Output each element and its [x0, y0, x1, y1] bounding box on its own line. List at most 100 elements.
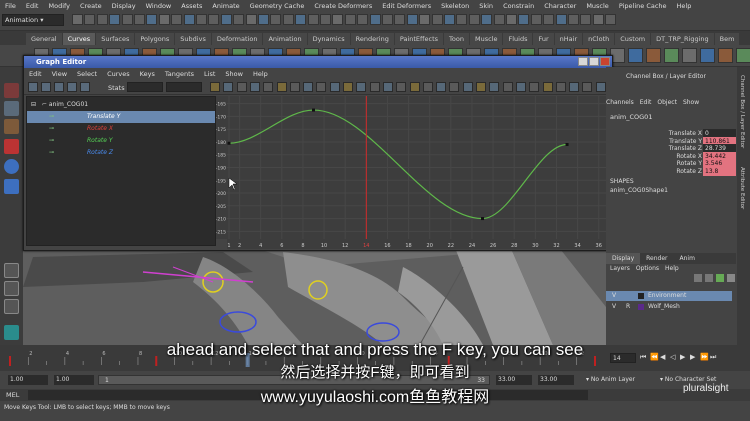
keyframe-point[interactable] — [227, 141, 231, 145]
toolbar-tool-icon[interactable] — [233, 14, 245, 25]
toolbar-tool-icon[interactable] — [245, 14, 257, 25]
region-tool-icon[interactable] — [80, 82, 90, 92]
shelf-tab-bem[interactable]: Bem — [714, 33, 740, 45]
shelf-tab-animation[interactable]: Animation — [263, 33, 307, 45]
curve-tool-icon[interactable] — [555, 82, 566, 92]
shelf-tab-nhair[interactable]: nHair — [554, 33, 583, 45]
graph-outliner[interactable]: ⊟ ⌐ anim_COG01 ⊸ Translate Y ⊸ Rotate X ⊸ Rot… — [26, 96, 216, 246]
toolbar-tool-icon[interactable] — [295, 14, 307, 25]
curve-tool-icon[interactable] — [409, 82, 420, 92]
toolbar-tool-icon[interactable] — [307, 14, 319, 25]
toolbar-tool-icon[interactable] — [196, 14, 207, 25]
new-layer-selected-icon[interactable] — [727, 274, 735, 282]
curve-tool-icon[interactable] — [236, 82, 247, 92]
toolbar-tool-icon[interactable] — [419, 14, 431, 25]
paint-tool-icon[interactable] — [4, 119, 19, 134]
graph-menu-curves[interactable]: Curves — [102, 70, 135, 78]
graph-menu-show[interactable]: Show — [220, 70, 248, 78]
curve-tool-icon[interactable] — [515, 82, 526, 92]
graph-menu-list[interactable]: List — [199, 70, 220, 78]
insert-key-tool-icon[interactable] — [41, 82, 51, 92]
toolbar-tool-icon[interactable] — [109, 14, 121, 25]
menu-character[interactable]: Character — [539, 2, 581, 10]
mode-selector[interactable]: Animation ▾ — [2, 14, 64, 26]
curve-tool-icon[interactable] — [369, 82, 380, 92]
toolbar-tool-icon[interactable] — [493, 14, 505, 25]
shelf-tab-rendering[interactable]: Rendering — [350, 33, 394, 45]
layer-tab-anim[interactable]: Anim — [674, 253, 701, 264]
curve-tool-icon[interactable] — [476, 82, 486, 92]
move-layer-down-icon[interactable] — [705, 274, 713, 282]
toolbar-tool-icon[interactable] — [84, 14, 96, 25]
curve-tool-icon[interactable] — [249, 82, 260, 92]
curve-tool-icon[interactable] — [529, 82, 540, 92]
channel-menu-object[interactable]: Object — [657, 99, 677, 106]
layer-menu-options[interactable]: Options — [636, 265, 659, 272]
menu-help[interactable]: Help — [672, 2, 697, 10]
toolbar-tool-icon[interactable] — [592, 14, 604, 25]
curve-tool-icon[interactable] — [316, 82, 327, 92]
curve-tool-icon[interactable] — [422, 82, 433, 92]
toolbar-tool-icon[interactable] — [357, 14, 369, 25]
menu-modify[interactable]: Modify — [43, 2, 75, 10]
curve-tool-icon[interactable] — [382, 82, 393, 92]
shelf-tab-custom[interactable]: Custom — [615, 33, 651, 45]
curve-tool-icon[interactable] — [436, 82, 447, 92]
shelf-tab-surfaces[interactable]: Surfaces — [96, 33, 135, 45]
toolbar-tool-icon[interactable] — [332, 14, 344, 25]
layout-four-icon[interactable] — [4, 281, 19, 296]
toolbar-tool-icon[interactable] — [394, 14, 406, 25]
close-button[interactable] — [600, 57, 610, 66]
toolbar-tool-icon[interactable] — [580, 14, 592, 25]
curve-tool-icon[interactable] — [582, 82, 593, 92]
toolbar-tool-icon[interactable] — [146, 14, 158, 25]
graph-plot-area[interactable] — [227, 96, 610, 239]
graph-menu-select[interactable]: Select — [72, 70, 102, 78]
channel-rotate-z[interactable]: ⊸ Rotate Z — [27, 147, 215, 159]
toolbar-tool-icon[interactable] — [270, 14, 282, 25]
curve-tool-icon[interactable] — [542, 82, 553, 92]
shelf-tab-dynamics[interactable]: Dynamics — [307, 33, 350, 45]
toolbar-tool-icon[interactable] — [568, 14, 579, 25]
curve-tool-icon[interactable] — [276, 82, 287, 92]
layout-two-icon[interactable] — [4, 299, 19, 314]
shelf-tab-fur[interactable]: Fur — [533, 33, 554, 45]
layer-tab-display[interactable]: Display — [606, 253, 641, 264]
curve-tool-icon[interactable] — [489, 82, 500, 92]
toolbar-tool-icon[interactable] — [543, 14, 555, 25]
curve-tool-icon[interactable] — [356, 82, 367, 92]
graph-menu-keys[interactable]: Keys — [135, 70, 160, 78]
menu-animate[interactable]: Animate — [207, 2, 244, 10]
toolbar-tool-icon[interactable] — [555, 14, 567, 25]
menu-display[interactable]: Display — [107, 2, 141, 10]
curve-tool-icon[interactable] — [343, 82, 353, 92]
shelf-tool-icon[interactable] — [628, 48, 643, 63]
layer-row-environment[interactable]: V Environment — [606, 291, 732, 301]
outliner-root[interactable]: ⊟ ⌐ anim_COG01 — [27, 99, 215, 111]
move-key-tool-icon[interactable] — [28, 82, 38, 92]
maximize-button[interactable] — [589, 57, 599, 66]
channel-rotate-x[interactable]: ⊸ Rotate X — [27, 123, 215, 135]
layer-color-swatch[interactable] — [638, 304, 644, 310]
rotate-tool-icon[interactable] — [4, 159, 19, 174]
curve-tool-icon[interactable] — [329, 82, 340, 92]
menu-edit-deformers[interactable]: Edit Deformers — [377, 2, 436, 10]
layout-single-icon[interactable] — [4, 263, 19, 278]
shelf-tab-polygons[interactable]: Polygons — [135, 33, 175, 45]
channel-menu-channels[interactable]: Channels — [606, 99, 634, 106]
toolbar-tool-icon[interactable] — [530, 14, 542, 25]
menu-pipeline-cache[interactable]: Pipeline Cache — [614, 2, 672, 10]
toolbar-tool-icon[interactable] — [406, 14, 418, 25]
toolbar-tool-icon[interactable] — [183, 14, 195, 25]
toolbar-tool-icon[interactable] — [282, 14, 294, 25]
layer-menu-layers[interactable]: Layers — [610, 265, 630, 272]
keyframe-point[interactable] — [481, 217, 485, 221]
shelf-tool-icon[interactable] — [700, 48, 715, 63]
scale-tool-icon[interactable] — [4, 179, 19, 194]
shelf-tab-painteffects[interactable]: PaintEffects — [394, 33, 444, 45]
channel-box-side-tab[interactable]: Channel Box / Layer Editor — [739, 75, 745, 148]
curve-tool-icon[interactable] — [303, 82, 314, 92]
channel-box-object[interactable]: anim_COG01 — [610, 113, 652, 121]
shelf-tab-deformation[interactable]: Deformation — [211, 33, 263, 45]
curve-tool-icon[interactable] — [210, 82, 220, 92]
